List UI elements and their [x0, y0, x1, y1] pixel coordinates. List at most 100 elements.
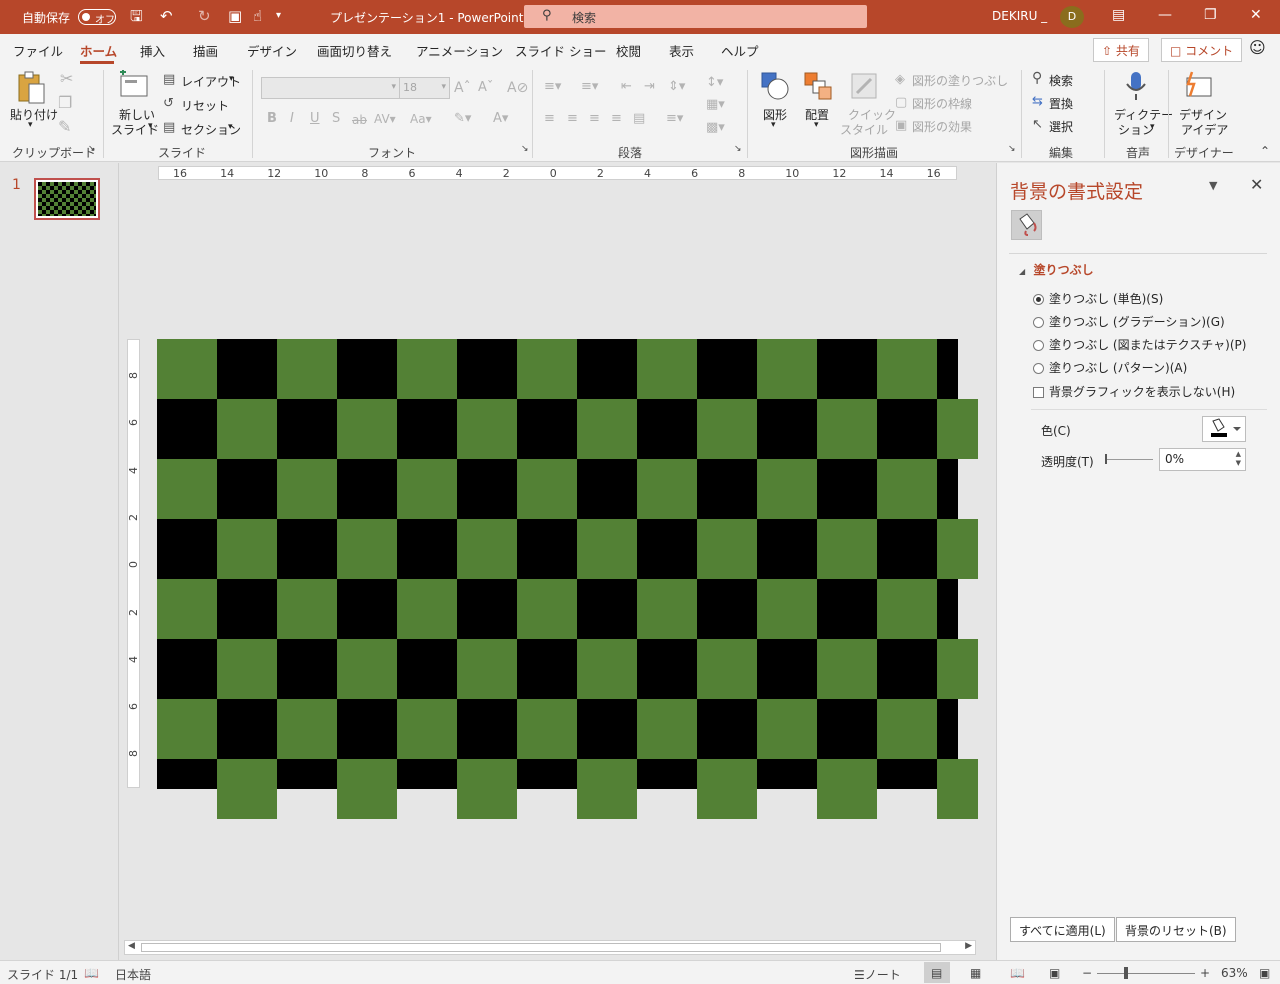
zoom-in-icon[interactable]: +	[1200, 966, 1210, 980]
checker-square[interactable]	[157, 639, 217, 699]
checker-square[interactable]	[697, 639, 757, 699]
checker-square[interactable]	[397, 519, 457, 579]
checker-square[interactable]	[637, 579, 697, 639]
checker-square[interactable]	[517, 399, 577, 459]
touch-mode-icon[interactable]: ☝	[253, 8, 262, 24]
grow-font-icon[interactable]: Aˆ	[454, 79, 471, 97]
cut-icon[interactable]: ✂	[60, 70, 73, 88]
checker-square[interactable]	[277, 399, 337, 459]
numbering-icon[interactable]: ≡▾	[581, 78, 598, 96]
checker-square[interactable]	[217, 399, 277, 459]
shape-outline-icon[interactable]: ▢	[895, 94, 907, 112]
dictate-dropdown-icon[interactable]: ▾	[1150, 122, 1155, 132]
checker-square[interactable]	[817, 459, 877, 519]
quick-styles-icon[interactable]	[849, 71, 879, 101]
checkbox[interactable]	[1033, 387, 1044, 398]
checker-square[interactable]	[277, 459, 337, 519]
checker-square[interactable]	[517, 519, 577, 579]
strikethrough-icon[interactable]: ab	[352, 111, 367, 129]
select-button[interactable]: 選択	[1049, 118, 1073, 135]
collapse-ribbon-icon[interactable]: ⌃	[1260, 144, 1270, 158]
tab-help[interactable]: ヘルプ	[721, 41, 759, 60]
tab-slideshow[interactable]: スライド ショー	[515, 41, 606, 60]
checker-square[interactable]	[217, 519, 277, 579]
font-launcher-icon[interactable]: ↘	[521, 144, 529, 154]
comment-button[interactable]: □ コメント	[1161, 38, 1243, 62]
select-icon[interactable]: ↖	[1032, 116, 1043, 134]
checker-square[interactable]	[637, 639, 697, 699]
layout-dropdown-icon[interactable]: ▾	[229, 74, 234, 84]
radio[interactable]	[1033, 340, 1044, 351]
slide-thumbnail[interactable]	[34, 178, 100, 220]
arrange-icon[interactable]	[803, 71, 833, 101]
checker-square[interactable]	[697, 399, 757, 459]
checker-square[interactable]	[517, 339, 577, 399]
font-name-combo[interactable]: ▾	[261, 77, 400, 99]
checker-square[interactable]	[217, 759, 277, 819]
checker-square[interactable]	[817, 339, 877, 399]
checker-square[interactable]	[277, 639, 337, 699]
checker-square[interactable]	[457, 339, 517, 399]
checker-square[interactable]	[457, 399, 517, 459]
checker-square[interactable]	[757, 699, 817, 759]
checker-square[interactable]	[277, 339, 337, 399]
present-icon[interactable]: ▣	[228, 8, 242, 24]
pane-options-icon[interactable]: ▼	[1209, 179, 1217, 192]
checker-square[interactable]	[157, 399, 217, 459]
shapes-dropdown-icon[interactable]: ▾	[771, 120, 776, 130]
fill-solid-option[interactable]: 塗りつぶし (単色)(S)	[1033, 290, 1163, 307]
section-dropdown-icon[interactable]: ▾	[228, 122, 233, 132]
fill-picture-option[interactable]: 塗りつぶし (図またはテクスチャ)(P)	[1033, 336, 1246, 353]
checker-square[interactable]	[937, 579, 958, 639]
checker-square[interactable]	[157, 459, 217, 519]
checker-square[interactable]	[337, 399, 397, 459]
format-painter-icon[interactable]: ✎	[58, 118, 71, 136]
checker-square[interactable]	[577, 639, 637, 699]
align-center-icon[interactable]: ≡	[567, 110, 578, 128]
smartart-icon[interactable]: ▩▾	[706, 119, 725, 137]
arrange-dropdown-icon[interactable]: ▾	[814, 120, 819, 130]
checker-square[interactable]	[337, 339, 397, 399]
fill-tab[interactable]	[1011, 210, 1042, 240]
apply-to-all-button[interactable]: すべてに適用(L)	[1010, 917, 1115, 942]
checker-square[interactable]	[637, 759, 697, 789]
checker-square[interactable]	[157, 519, 217, 579]
checker-square[interactable]	[877, 459, 937, 519]
shape-outline-button[interactable]: 図形の枠線	[912, 95, 972, 112]
scroll-right-icon[interactable]: ▶	[965, 941, 972, 951]
checker-square[interactable]	[697, 459, 757, 519]
shape-fill-button[interactable]: 図形の塗りつぶし	[912, 72, 1008, 89]
text-direction-icon[interactable]: ↕▾	[706, 74, 723, 92]
checker-square[interactable]	[937, 699, 958, 759]
checker-square[interactable]	[817, 639, 877, 699]
transparency-slider-handle[interactable]	[1105, 454, 1107, 464]
slide-sorter-icon[interactable]: ▦	[970, 966, 981, 980]
checker-square[interactable]	[517, 699, 577, 759]
share-button[interactable]: ⇧ 共有	[1093, 38, 1149, 62]
paste-icon[interactable]	[16, 70, 46, 106]
shadow-icon[interactable]: S	[332, 110, 340, 128]
checker-square[interactable]	[577, 459, 637, 519]
design-ideas-label-2[interactable]: アイデア	[1181, 121, 1228, 138]
checker-square[interactable]	[397, 399, 457, 459]
reset-button[interactable]: リセット	[181, 97, 229, 114]
checker-square[interactable]	[337, 699, 397, 759]
design-ideas-icon[interactable]	[1182, 70, 1214, 102]
close-icon[interactable]: ✕	[1250, 7, 1262, 23]
checker-square[interactable]	[337, 579, 397, 639]
zoom-slider-handle[interactable]	[1124, 967, 1128, 979]
checker-square[interactable]	[337, 759, 397, 819]
save-icon[interactable]: 🖫	[130, 8, 143, 24]
checker-square[interactable]	[577, 399, 637, 459]
checker-square[interactable]	[937, 399, 978, 459]
checker-square[interactable]	[817, 519, 877, 579]
checker-square[interactable]	[877, 759, 937, 789]
highlight-icon[interactable]: ✎▾	[454, 110, 471, 128]
layout-icon[interactable]: ▤	[163, 71, 175, 89]
checker-square[interactable]	[817, 399, 877, 459]
align-left-icon[interactable]: ≡	[544, 110, 555, 128]
checker-square[interactable]	[757, 579, 817, 639]
checker-square[interactable]	[457, 519, 517, 579]
notes-button[interactable]: ☰ノート	[854, 966, 901, 983]
checker-square[interactable]	[937, 759, 978, 819]
